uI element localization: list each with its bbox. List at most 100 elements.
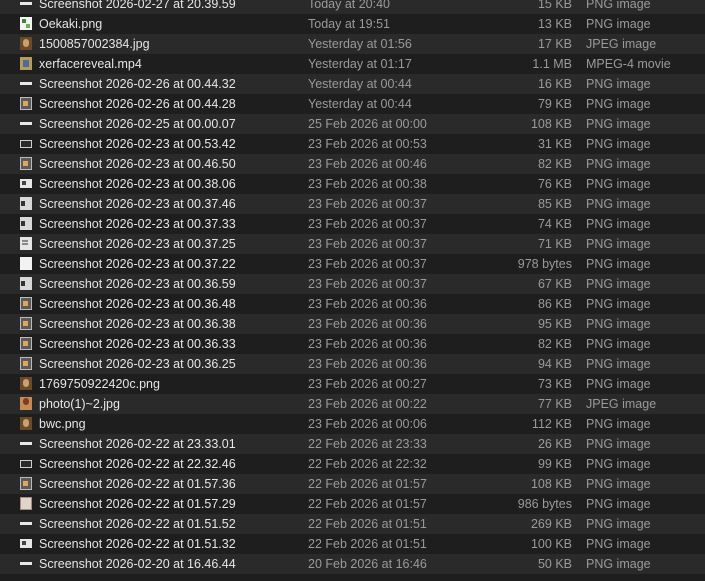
file-name: Screenshot 2026-02-22 at 01.57.29 — [39, 497, 236, 511]
file-name: Screenshot 2026-02-22 at 23.33.01 — [39, 437, 236, 451]
file-kind: PNG image — [586, 297, 651, 311]
file-date-modified: 23 Feb 2026 at 00:06 — [308, 417, 427, 431]
file-row[interactable]: Oekaki.png Today at 19:51 13 KB PNG image — [0, 14, 705, 34]
file-thumbnail-icon — [20, 77, 32, 90]
file-kind: PNG image — [586, 97, 651, 111]
file-row[interactable]: Screenshot 2026-02-23 at 00.36.59 23 Feb … — [0, 274, 705, 294]
file-kind: PNG image — [586, 277, 651, 291]
file-date-modified: 23 Feb 2026 at 00:36 — [308, 357, 427, 371]
file-size: 94 KB — [537, 357, 572, 371]
file-date-modified: 22 Feb 2026 at 01:51 — [308, 517, 427, 531]
file-kind: PNG image — [586, 477, 651, 491]
file-kind: PNG image — [586, 417, 651, 431]
file-row[interactable]: Screenshot 2026-02-23 at 00.53.42 23 Feb … — [0, 134, 705, 154]
file-date-modified: 22 Feb 2026 at 23:33 — [308, 437, 427, 451]
file-thumbnail-icon — [20, 217, 32, 230]
file-size: 76 KB — [537, 177, 572, 191]
file-row[interactable]: Screenshot 2026-02-26 at 00.44.32 Yesterd… — [0, 74, 705, 94]
file-row[interactable]: xerfacereveal.mp4 Yesterday at 01:17 1.1 M… — [0, 54, 705, 74]
file-kind: PNG image — [586, 237, 651, 251]
file-kind: PNG image — [586, 0, 651, 11]
file-thumbnail-icon — [20, 497, 32, 510]
file-row[interactable]: bwc.png 23 Feb 2026 at 00:06 112 KB PNG ima… — [0, 414, 705, 434]
file-size: 15 KB — [537, 0, 572, 11]
file-row[interactable]: Screenshot 2026-02-20 at 16.46.44 20 Feb … — [0, 554, 705, 574]
file-size: 74 KB — [537, 217, 572, 231]
file-size: 82 KB — [537, 337, 572, 351]
file-row[interactable]: Screenshot 2026-02-23 at 00.36.48 23 Feb … — [0, 294, 705, 314]
file-kind: PNG image — [586, 117, 651, 131]
file-row[interactable]: Screenshot 2026-02-23 at 00.37.46 23 Feb … — [0, 194, 705, 214]
file-row[interactable]: Screenshot 2026-02-25 at 00.00.07 25 Feb … — [0, 114, 705, 134]
file-row[interactable]: Screenshot 2026-02-22 at 01.57.29 22 Feb … — [0, 494, 705, 514]
file-thumbnail-icon — [20, 517, 32, 530]
file-row[interactable]: Screenshot 2026-02-22 at 22.32.46 22 Feb … — [0, 454, 705, 474]
file-row[interactable]: 1769750922420c.png 23 Feb 2026 at 00:27 73… — [0, 374, 705, 394]
file-row[interactable]: Screenshot 2026-02-22 at 01.57.36 22 Feb … — [0, 474, 705, 494]
file-row[interactable]: Screenshot 2026-02-23 at 00.36.33 23 Feb … — [0, 334, 705, 354]
file-row[interactable]: photo(1)~2.jpg 23 Feb 2026 at 00:22 77 KB J… — [0, 394, 705, 414]
file-kind: PNG image — [586, 437, 651, 451]
file-row[interactable]: Screenshot 2026-02-23 at 00.36.38 23 Feb … — [0, 314, 705, 334]
file-name: Screenshot 2026-02-25 at 00.00.07 — [39, 117, 236, 131]
file-date-modified: 22 Feb 2026 at 01:51 — [308, 537, 427, 551]
file-name: bwc.png — [39, 417, 86, 431]
file-row[interactable]: Screenshot 2026-02-23 at 00.37.33 23 Feb … — [0, 214, 705, 234]
file-kind: PNG image — [586, 317, 651, 331]
file-kind: MPEG-4 movie — [586, 57, 671, 71]
file-name: Oekaki.png — [39, 17, 103, 31]
file-thumbnail-icon — [20, 157, 32, 170]
file-thumbnail-icon — [20, 377, 32, 390]
file-row[interactable]: Screenshot 2026-02-27 at 20.39.59 Today a… — [0, 0, 705, 14]
file-date-modified: 23 Feb 2026 at 00:37 — [308, 277, 427, 291]
file-thumbnail-icon — [20, 557, 32, 570]
file-thumbnail-icon — [20, 57, 32, 70]
file-row[interactable]: Screenshot 2026-02-23 at 00.36.25 23 Feb … — [0, 354, 705, 374]
file-date-modified: Today at 20:40 — [308, 0, 391, 11]
file-name: Screenshot 2026-02-23 at 00.38.06 — [39, 177, 236, 191]
file-name: Screenshot 2026-02-20 at 16.46.44 — [39, 557, 236, 571]
file-thumbnail-icon — [20, 97, 32, 110]
file-thumbnail-icon — [20, 297, 32, 310]
file-date-modified: 23 Feb 2026 at 00:37 — [308, 237, 427, 251]
file-row[interactable]: Screenshot 2026-02-23 at 00.38.06 23 Feb … — [0, 174, 705, 194]
file-row[interactable]: Screenshot 2026-02-22 at 01.51.52 22 Feb … — [0, 514, 705, 534]
file-thumbnail-icon — [20, 140, 32, 148]
file-kind: PNG image — [586, 177, 651, 191]
file-date-modified: 20 Feb 2026 at 16:46 — [308, 557, 427, 571]
file-date-modified: Today at 19:51 — [308, 17, 391, 31]
file-name: Screenshot 2026-02-27 at 20.39.59 — [39, 0, 236, 11]
file-kind: PNG image — [586, 137, 651, 151]
file-thumbnail-icon — [20, 179, 32, 188]
file-size: 100 KB — [530, 537, 572, 551]
file-date-modified: 23 Feb 2026 at 00:37 — [308, 257, 427, 271]
file-size: 986 bytes — [517, 497, 572, 511]
file-size: 16 KB — [537, 77, 572, 91]
file-size: 71 KB — [537, 237, 572, 251]
file-date-modified: Yesterday at 00:44 — [308, 97, 412, 111]
file-size: 67 KB — [537, 277, 572, 291]
file-date-modified: 22 Feb 2026 at 01:57 — [308, 477, 427, 491]
file-name: Screenshot 2026-02-22 at 01.51.52 — [39, 517, 236, 531]
file-row[interactable]: Screenshot 2026-02-22 at 23.33.01 22 Feb … — [0, 434, 705, 454]
file-row[interactable]: Screenshot 2026-02-23 at 00.37.22 23 Feb … — [0, 254, 705, 274]
file-name: Screenshot 2026-02-22 at 22.32.46 — [39, 457, 236, 471]
file-row[interactable]: Screenshot 2026-02-23 at 00.37.25 23 Feb … — [0, 234, 705, 254]
file-thumbnail-icon — [20, 257, 32, 270]
file-thumbnail-icon — [20, 37, 32, 50]
file-name: Screenshot 2026-02-23 at 00.36.33 — [39, 337, 236, 351]
file-name: xerfacereveal.mp4 — [39, 57, 142, 71]
file-row[interactable]: Screenshot 2026-02-26 at 00.44.28 Yesterd… — [0, 94, 705, 114]
file-size: 978 bytes — [517, 257, 572, 271]
file-row[interactable]: Screenshot 2026-02-22 at 01.51.32 22 Feb … — [0, 534, 705, 554]
file-row[interactable]: 1500857002384.jpg Yesterday at 01:56 17 KB… — [0, 34, 705, 54]
file-date-modified: 23 Feb 2026 at 00:37 — [308, 197, 427, 211]
file-kind: PNG image — [586, 377, 651, 391]
file-date-modified: Yesterday at 01:17 — [308, 57, 412, 71]
file-name: Screenshot 2026-02-23 at 00.36.59 — [39, 277, 236, 291]
file-kind: PNG image — [586, 217, 651, 231]
file-thumbnail-icon — [20, 460, 32, 468]
file-size: 108 KB — [530, 117, 572, 131]
file-name: Screenshot 2026-02-23 at 00.36.48 — [39, 297, 236, 311]
file-row[interactable]: Screenshot 2026-02-23 at 00.46.50 23 Feb … — [0, 154, 705, 174]
